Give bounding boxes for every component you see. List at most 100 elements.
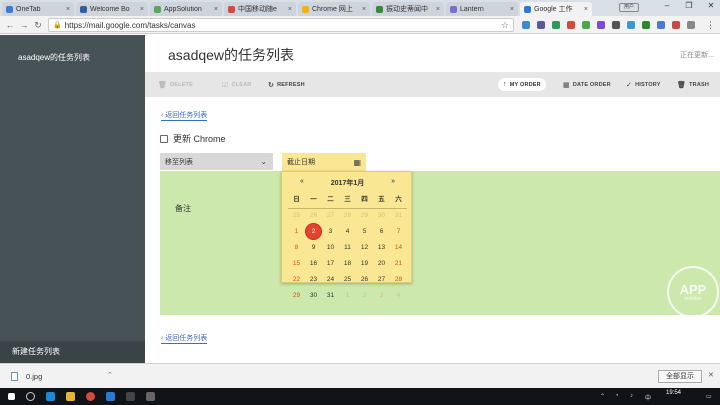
app-icon[interactable]: [146, 392, 155, 401]
next-month-button[interactable]: »: [391, 178, 395, 185]
task-title[interactable]: 更新 Chrome: [173, 132, 226, 145]
calendar-day[interactable]: 23: [305, 272, 322, 288]
calendar-day[interactable]: 13: [373, 240, 390, 256]
extension-icon[interactable]: [522, 21, 530, 29]
extension-icon[interactable]: [687, 21, 695, 29]
app-icon[interactable]: [126, 392, 135, 401]
volume-icon[interactable]: ♪: [630, 393, 633, 399]
calendar-day[interactable]: 25: [339, 272, 356, 288]
browser-tab[interactable]: AppSolution ×: [150, 2, 222, 16]
browser-tab[interactable]: Google 工作 ×: [520, 2, 592, 16]
calendar-day[interactable]: 9: [305, 240, 322, 256]
extension-icon[interactable]: [552, 21, 560, 29]
date-order-button[interactable]: ▦ DATE ORDER: [558, 78, 616, 91]
calendar-day[interactable]: 5: [356, 224, 373, 240]
extension-icon[interactable]: [567, 21, 575, 29]
clear-button[interactable]: ☑ CLEAR: [217, 78, 256, 91]
calendar-day[interactable]: 6: [373, 224, 390, 240]
calendar-day[interactable]: 11: [339, 240, 356, 256]
extension-icon[interactable]: [672, 21, 680, 29]
tab-close-icon[interactable]: ×: [510, 6, 514, 13]
move-to-list-select[interactable]: 移至列表 ⌄: [160, 153, 273, 170]
calendar-day[interactable]: 22: [288, 272, 305, 288]
extension-icon[interactable]: [612, 21, 620, 29]
calendar-day[interactable]: 29: [288, 288, 305, 304]
calendar-day[interactable]: 12: [356, 240, 373, 256]
calendar-day[interactable]: 16: [305, 256, 322, 272]
edge-icon[interactable]: [46, 392, 55, 401]
user-profile-chip[interactable]: 用户: [619, 3, 639, 12]
calendar-day[interactable]: 31: [390, 208, 407, 224]
calendar-day[interactable]: 27: [322, 208, 339, 224]
search-icon[interactable]: [26, 392, 35, 401]
back-to-list-link[interactable]: ‹ 返回任务列表: [161, 110, 208, 121]
tab-close-icon[interactable]: ×: [362, 6, 366, 13]
chevron-up-icon[interactable]: ⌃: [107, 371, 113, 379]
my-order-button[interactable]: ↑ MY ORDER: [498, 78, 546, 91]
calendar-day[interactable]: 8: [288, 240, 305, 256]
new-task-list-button[interactable]: 新建任务列表: [0, 341, 145, 363]
tab-close-icon[interactable]: ×: [66, 6, 70, 13]
extension-icon[interactable]: [582, 21, 590, 29]
folder-icon[interactable]: [66, 392, 75, 401]
browser-tab[interactable]: Chrome 网上 ×: [298, 2, 370, 16]
network-icon[interactable]: ◔: [615, 393, 619, 399]
due-date-field[interactable]: 截止日期 ▦: [282, 153, 366, 171]
tab-close-icon[interactable]: ×: [288, 6, 292, 13]
task-complete-checkbox[interactable]: [160, 134, 168, 143]
calendar-day[interactable]: 4: [390, 288, 407, 304]
calendar-day[interactable]: 1: [339, 288, 356, 304]
calendar-day[interactable]: 28: [339, 208, 356, 224]
extension-icon[interactable]: [627, 21, 635, 29]
tab-close-icon[interactable]: ×: [436, 6, 440, 13]
calendar-day[interactable]: 27: [373, 272, 390, 288]
minimize-icon[interactable]: –: [660, 1, 674, 10]
calendar-day[interactable]: 24: [322, 272, 339, 288]
trash-button[interactable]: 🗑 TRASH: [672, 78, 714, 91]
calendar-day[interactable]: 10: [322, 240, 339, 256]
calendar-day[interactable]: 30: [373, 208, 390, 224]
calendar-day[interactable]: 31: [322, 288, 339, 304]
browser-tab[interactable]: 中国移动随e ×: [224, 2, 296, 16]
calendar-day[interactable]: 28: [390, 272, 407, 288]
calendar-day[interactable]: 4: [339, 224, 356, 240]
browser-tab[interactable]: Lantern ×: [446, 2, 518, 16]
calendar-day[interactable]: 29: [356, 208, 373, 224]
extension-icon[interactable]: [537, 21, 545, 29]
browser-tab[interactable]: Welcome Bo ×: [76, 2, 148, 16]
back-to-list-link-bottom[interactable]: ‹ 返回任务列表: [161, 333, 208, 344]
clock[interactable]: 19:54: [666, 390, 681, 397]
extension-icon[interactable]: [642, 21, 650, 29]
calendar-day[interactable]: 2: [356, 288, 373, 304]
calendar-day[interactable]: 20: [373, 256, 390, 272]
back-icon[interactable]: ←: [4, 19, 16, 31]
extension-icon[interactable]: [657, 21, 665, 29]
sidebar-item-task-list[interactable]: asadqew的任务列表: [18, 52, 90, 63]
notifications-icon[interactable]: ▭: [706, 393, 712, 400]
calendar-day[interactable]: 25: [288, 208, 305, 224]
download-file-name[interactable]: 0.jpg: [26, 372, 42, 381]
calendar-day[interactable]: 26: [356, 272, 373, 288]
notes-area[interactable]: 备注: [160, 171, 720, 315]
bookmark-star-icon[interactable]: ☆: [501, 20, 509, 31]
calendar-day[interactable]: 18: [339, 256, 356, 272]
tab-close-icon[interactable]: ×: [140, 6, 144, 13]
tab-close-icon[interactable]: ×: [584, 6, 588, 13]
refresh-button[interactable]: ↻ REFRESH: [263, 78, 310, 91]
calendar-day[interactable]: 26: [305, 208, 322, 224]
maximize-icon[interactable]: ❐: [682, 1, 696, 10]
browser-tab[interactable]: OneTab ×: [2, 2, 74, 16]
show-all-downloads-button[interactable]: 全部显示: [658, 370, 702, 383]
calendar-day[interactable]: 1: [288, 224, 305, 240]
extension-icon[interactable]: [597, 21, 605, 29]
mail-icon[interactable]: [106, 392, 115, 401]
calendar-day[interactable]: 7: [390, 224, 407, 240]
tray-chevron-icon[interactable]: ⌃: [600, 393, 605, 400]
calendar-day[interactable]: 14: [390, 240, 407, 256]
menu-icon[interactable]: ⋮: [706, 20, 715, 31]
browser-tab[interactable]: 振动史蒂闻中 ×: [372, 2, 444, 16]
windows-start-icon[interactable]: [8, 393, 15, 400]
calendar-day[interactable]: 2: [305, 224, 322, 240]
close-window-icon[interactable]: ✕: [704, 1, 718, 10]
calendar-day[interactable]: 3: [373, 288, 390, 304]
